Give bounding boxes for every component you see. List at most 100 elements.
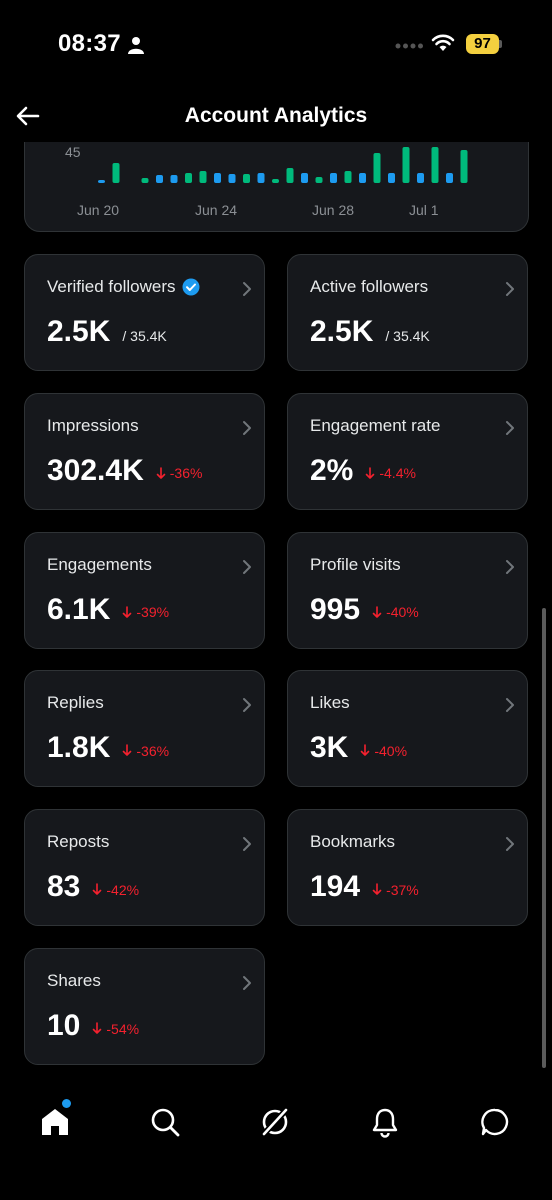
metric-change: -40% <box>360 743 407 759</box>
metric-card-shares[interactable]: Shares 10 -54% <box>24 948 265 1065</box>
chevron-right-icon <box>243 837 251 852</box>
metric-value: 83 <box>47 870 81 904</box>
chevron-right-icon <box>243 976 251 990</box>
chart-bar <box>272 179 279 183</box>
x-tick-label: Jul 1 <box>409 202 439 218</box>
metric-value-row: 2.5K / 35.4K <box>310 315 430 349</box>
wifi-icon <box>431 34 455 51</box>
battery-tip <box>499 40 502 48</box>
metric-total: / 35.4K <box>122 328 167 344</box>
cellular-signal-icon <box>395 43 423 49</box>
metric-value: 995 <box>310 592 361 626</box>
bell-icon <box>372 1108 398 1138</box>
x-tick-label: Jun 20 <box>77 202 119 218</box>
status-time: 08:37 <box>58 30 121 57</box>
home-icon <box>42 1109 68 1135</box>
metric-card-reposts[interactable]: Reposts 83 -42% <box>24 809 265 927</box>
app-header: Account Analytics <box>0 92 552 142</box>
metric-value-row: 2% -4.4% <box>310 454 416 488</box>
chart-bar <box>431 147 439 183</box>
metric-change: -42% <box>92 882 139 898</box>
metric-change-value: -54% <box>106 1020 140 1037</box>
search-icon <box>151 1108 180 1137</box>
bottom-nav <box>0 1080 552 1200</box>
metric-label-text: Replies <box>47 693 104 713</box>
metric-label-text: Profile visits <box>310 554 401 574</box>
metric-change-value: -40% <box>386 604 419 621</box>
chart-bar <box>112 163 120 183</box>
metric-value: 10 <box>47 1009 81 1042</box>
down-arrow-icon <box>93 883 102 895</box>
chevron-right-icon <box>506 837 514 852</box>
chart-bar <box>373 153 381 183</box>
metric-change-value: -40% <box>374 742 408 759</box>
chart-bar <box>199 171 207 183</box>
metric-value-row: 6.1K -39% <box>47 593 169 627</box>
metric-card-likes[interactable]: Likes 3K -40% <box>287 670 528 788</box>
page-title: Account Analytics <box>184 104 368 127</box>
metric-card-engagement-rate[interactable]: Engagement rate 2% -4.4% <box>287 392 528 510</box>
metric-label: Verified followers <box>47 277 200 297</box>
metric-value-row: 194 -37% <box>310 870 419 904</box>
status-bar: 08:37 97 <box>0 0 552 92</box>
person-icon <box>128 37 144 54</box>
metric-card-engagements[interactable]: Engagements 6.1K -39% <box>24 531 265 649</box>
battery-icon: 97 <box>466 34 502 54</box>
metric-value: 2.5K <box>310 315 374 348</box>
chevron-right-icon <box>243 698 251 713</box>
x-tick-label: Jun 24 <box>195 202 237 218</box>
nav-grok[interactable] <box>253 1100 297 1144</box>
metric-change: -54% <box>92 1021 139 1037</box>
metric-label-text: Verified followers <box>47 277 176 296</box>
chart-bar <box>315 177 323 183</box>
metric-value: 2% <box>310 453 354 487</box>
down-arrow-icon <box>361 744 370 757</box>
chevron-right-icon <box>243 282 251 296</box>
messages-icon <box>481 1108 509 1136</box>
metric-value: 194 <box>310 870 361 904</box>
chart-bar <box>388 173 395 183</box>
metric-label-text: Engagement rate <box>310 415 441 435</box>
down-arrow-icon <box>93 1022 102 1034</box>
down-arrow-icon <box>372 605 382 618</box>
chart-bar <box>185 173 192 183</box>
metric-change: -37% <box>372 882 419 898</box>
metric-change-value: -37% <box>386 881 419 898</box>
metric-label: Profile visits <box>310 555 401 575</box>
metric-value-row: 83 -42% <box>47 870 139 904</box>
nav-home[interactable] <box>33 1100 77 1144</box>
chart-bar <box>286 168 294 183</box>
metric-change-value: -39% <box>136 604 170 621</box>
chart-bar <box>330 173 337 183</box>
battery-level: 97 <box>466 34 499 54</box>
metric-value-row: 10 -54% <box>47 1009 139 1043</box>
chevron-right-icon <box>243 420 251 435</box>
metric-label: Active followers <box>310 277 428 297</box>
metric-change-value: -36% <box>136 742 170 759</box>
metric-card-verified-followers[interactable]: Verified followers 2.5K / 35.4K <box>24 254 265 371</box>
chart-bar <box>402 147 410 183</box>
nav-notifications[interactable] <box>363 1100 407 1144</box>
metric-card-bookmarks[interactable]: Bookmarks 194 -37% <box>287 809 528 927</box>
chevron-right-icon <box>243 559 251 574</box>
metric-value-row: 3K -40% <box>310 731 407 765</box>
metric-value: 6.1K <box>47 592 111 626</box>
metric-card-profile-visits[interactable]: Profile visits 995 -40% <box>287 531 528 649</box>
metric-card-impressions[interactable]: Impressions 302.4K -36% <box>24 392 265 510</box>
chart-bar <box>156 175 163 183</box>
metric-card-active-followers[interactable]: Active followers 2.5K / 35.4K <box>287 254 528 371</box>
metric-change: -40% <box>372 604 419 620</box>
metric-value: 1.8K <box>47 731 111 765</box>
scrollbar[interactable] <box>542 608 546 1068</box>
chart-bar <box>359 173 366 183</box>
metric-change: -36% <box>122 743 169 759</box>
chart-bar <box>214 173 221 183</box>
metric-label-text: Engagements <box>47 554 152 574</box>
chart-bar <box>98 180 105 183</box>
nav-messages[interactable] <box>473 1100 517 1144</box>
metric-value-row: 995 -40% <box>310 593 419 627</box>
chart-bar <box>301 173 308 183</box>
metric-card-replies[interactable]: Replies 1.8K -36% <box>24 670 265 788</box>
metric-label-text: Impressions <box>47 415 139 435</box>
nav-search[interactable] <box>143 1100 187 1144</box>
